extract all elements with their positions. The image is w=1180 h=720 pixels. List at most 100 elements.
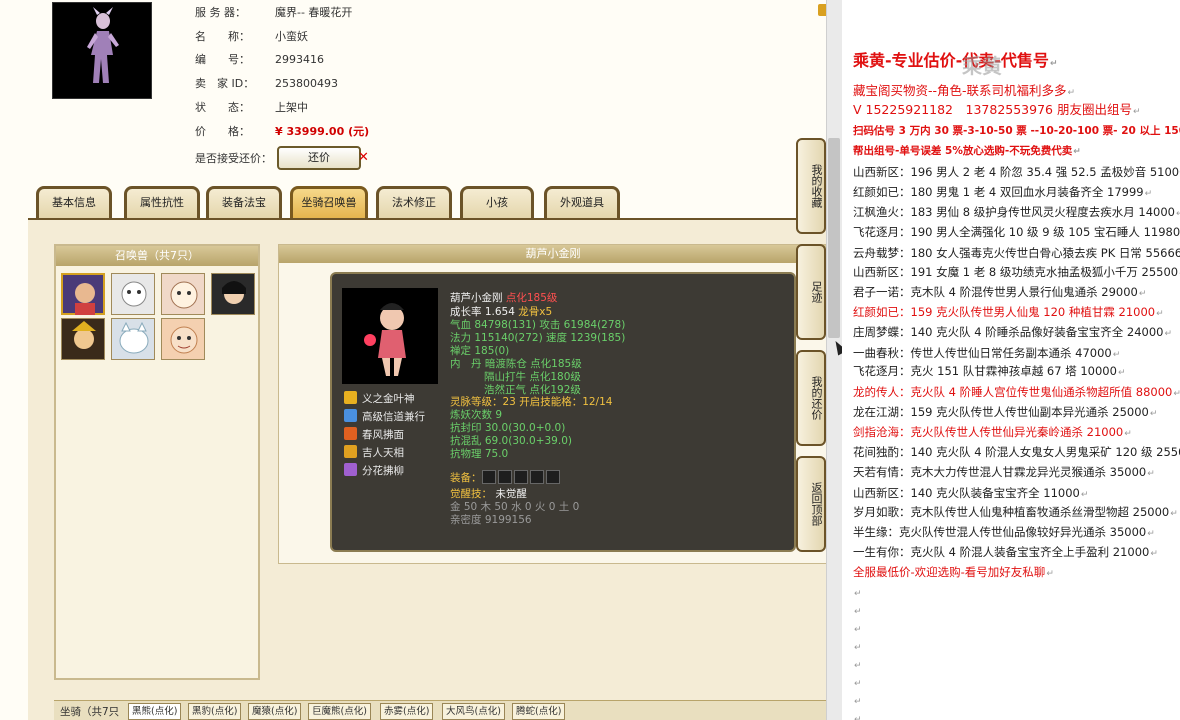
skill-item[interactable]: 分花拂柳 — [344, 463, 404, 478]
paragraph-mark-icon: ↵ — [854, 589, 862, 599]
seller-row: 卖 家 ID： 253800493 — [195, 75, 338, 93]
document-line: 乘黄-专业估价-代卖-代售号↵ — [853, 52, 1057, 73]
scrollbar-thumb[interactable] — [828, 138, 840, 338]
character-portrait — [52, 2, 152, 99]
empty-paragraph: ↵ — [853, 583, 862, 603]
spd-value: 1239(185) — [570, 332, 626, 344]
document-line: 山西新区：196 男人 2 老 4 阶忽 35.4 强 52.5 孟极妙音 51… — [853, 163, 1180, 183]
summon-thumb[interactable] — [111, 318, 155, 360]
document-line: 岁月如歌：克木队传世人仙鬼种植畜牧通杀丝滑型物超 25000↵ — [853, 503, 1178, 523]
summon-detail-header: 葫芦小金刚 — [279, 245, 827, 263]
summon-portrait-icon — [121, 281, 147, 307]
summon-thumb[interactable] — [61, 318, 105, 360]
tab-spell-fix[interactable]: 法术修正 — [376, 186, 452, 218]
equip-slot[interactable] — [497, 470, 512, 484]
document-line: 飞花逐月：克火 151 队甘霖神孩卓越 67 塔 10000↵ — [853, 362, 1126, 382]
summon-portrait-icon — [170, 281, 198, 309]
paragraph-mark-icon: ↵ — [1132, 107, 1141, 117]
tab-appearance[interactable]: 外观道具 — [544, 186, 620, 218]
mount-tab[interactable]: 魔猿(点化) — [248, 703, 302, 720]
summon-thumb[interactable] — [161, 273, 205, 315]
skill-item[interactable]: 高级信道兼行 — [344, 409, 425, 424]
spd-label: 速度 — [546, 332, 568, 344]
document-line: 全服最低价-欢迎选购-看号加好友私聊↵ — [853, 563, 1054, 583]
mount-tab[interactable]: 黑熊(点化) — [128, 703, 182, 720]
summon-thumb[interactable] — [111, 273, 155, 315]
mount-tab[interactable]: 腾蛇(点化) — [512, 703, 566, 720]
document-line-text: 剑指沧海：克火队传世人传世仙异光秦岭通杀 21000 — [853, 425, 1124, 439]
empty-paragraph: ↵ — [853, 691, 862, 711]
summon-portrait-icon — [75, 283, 95, 315]
document-line: 剑指沧海：克火队传世人传世仙异光秦岭通杀 21000↵ — [853, 423, 1132, 443]
cross-icon: ✕ — [358, 150, 369, 165]
summon-thumb[interactable] — [161, 318, 205, 360]
favorites-button[interactable]: 我的收藏 — [796, 138, 826, 234]
paragraph-mark-icon: ↵ — [854, 607, 862, 617]
skill-name: 吉人天相 — [362, 447, 404, 459]
server-label: 服 务 器： — [195, 6, 246, 19]
equip-slot[interactable] — [529, 470, 544, 484]
scrollbar-track[interactable] — [826, 0, 842, 720]
resist-physical: 抗物理 75.0 — [450, 448, 509, 460]
summon-portrait-icon — [170, 326, 198, 354]
document-line-text: 藏宝阁买物资--角色-联系司机福利多多 — [853, 83, 1067, 98]
document-line-text: 庄周梦蝶：140 克火队 4 阶睡杀品像好装备宝宝齐全 24000 — [853, 325, 1164, 339]
status-row: 状 态： 上架中 — [195, 99, 308, 117]
paragraph-mark-icon: ↵ — [1150, 549, 1158, 559]
document-line: 花间独酌：140 克火队 4 阶混人女鬼女人男鬼采矿 120 级 25500↵ — [853, 443, 1180, 463]
document-line: 山西新区：140 克火队装备宝宝齐全 11000↵ — [853, 484, 1088, 504]
document-line-text: 龙的传人：克火队 4 阶睡人宫位传世鬼仙通杀物超所值 88000 — [853, 385, 1173, 399]
paragraph-mark-icon: ↵ — [1144, 189, 1153, 199]
name-row: 名 称： 小蛮妖 — [195, 28, 308, 46]
document-line-text: 一生有你：克火队 4 阶混人装备宝宝齐全上手盈利 21000 — [853, 545, 1150, 559]
paragraph-mark-icon: ↵ — [1049, 59, 1058, 69]
document-line-text: 江枫渔火：183 男仙 8 级护身传世风灵火程度去疾水月 14000 — [853, 205, 1175, 219]
equip-label: 装备： — [450, 472, 482, 484]
paragraph-mark-icon: ↵ — [1124, 429, 1132, 439]
back-to-top-button[interactable]: 返回顶部 — [796, 456, 826, 552]
document-line-text: 天若有情：克木大力传世混人甘霖龙异光灵猴通杀 35000 — [853, 465, 1147, 479]
skill-icon — [344, 463, 357, 476]
skill-item[interactable]: 吉人天相 — [344, 445, 404, 460]
tab-basic-info[interactable]: 基本信息 — [36, 186, 112, 218]
tab-equipment[interactable]: 装备法宝 — [206, 186, 282, 218]
mount-tab[interactable]: 黑豹(点化) — [188, 703, 242, 720]
offer-button[interactable]: 还价 — [277, 146, 361, 170]
seller-value: 253800493 — [275, 77, 338, 90]
summon-name: 葫芦小金刚 — [450, 292, 503, 304]
paragraph-mark-icon: ↵ — [1149, 409, 1158, 419]
my-offers-button[interactable]: 我的还价 — [796, 350, 826, 446]
document-line-text: V 15225921182 13782553976 朋友圈出组号 — [853, 102, 1132, 117]
skill-icon — [344, 427, 357, 440]
document-line-text: 乘黄-专业估价-代卖-代售号 — [853, 51, 1049, 70]
skill-item[interactable]: 义之金叶神 — [344, 391, 415, 406]
mount-tab[interactable]: 大风鸟(点化) — [442, 703, 505, 720]
name-value: 小蛮妖 — [275, 30, 308, 43]
paragraph-mark-icon: ↵ — [1173, 389, 1180, 399]
equip-slot[interactable] — [545, 470, 560, 484]
skill-icon — [344, 445, 357, 458]
summon-thumb[interactable] — [211, 273, 255, 315]
equip-line: 装备： — [450, 470, 562, 485]
document-line: 山西新区：191 女魔 1 老 8 级功绩克水抽孟极狐小千万 25500↵ — [853, 263, 1180, 283]
paragraph-mark-icon: ↵ — [1080, 490, 1089, 500]
tab-mounts-summons[interactable]: 坐骑召唤兽 — [290, 186, 368, 218]
price-label: 价 格： — [195, 125, 250, 138]
document-line-text: 飞花逐月：克火 151 队甘霖神孩卓越 67 塔 10000 — [853, 364, 1117, 378]
paragraph-mark-icon: ↵ — [1147, 529, 1155, 539]
tab-attributes[interactable]: 属性抗性 — [124, 186, 200, 218]
empty-paragraph: ↵ — [853, 655, 862, 675]
mount-tab[interactable]: 巨魔熊(点化) — [308, 703, 371, 720]
id-value: 2993416 — [275, 53, 324, 66]
equip-slot[interactable] — [513, 470, 528, 484]
summon-image — [342, 288, 438, 384]
skill-item[interactable]: 春风拂面 — [344, 427, 404, 442]
tab-child[interactable]: 小孩 — [460, 186, 534, 218]
equip-slot[interactable] — [481, 470, 496, 484]
summon-thumb[interactable] — [61, 273, 105, 315]
summon-portrait-icon — [222, 281, 246, 304]
mount-tab[interactable]: 赤雾(点化) — [380, 703, 434, 720]
empty-paragraph: ↵ — [853, 601, 862, 621]
history-button[interactable]: 足迹 — [796, 244, 826, 340]
skill-name: 分花拂柳 — [362, 465, 404, 477]
